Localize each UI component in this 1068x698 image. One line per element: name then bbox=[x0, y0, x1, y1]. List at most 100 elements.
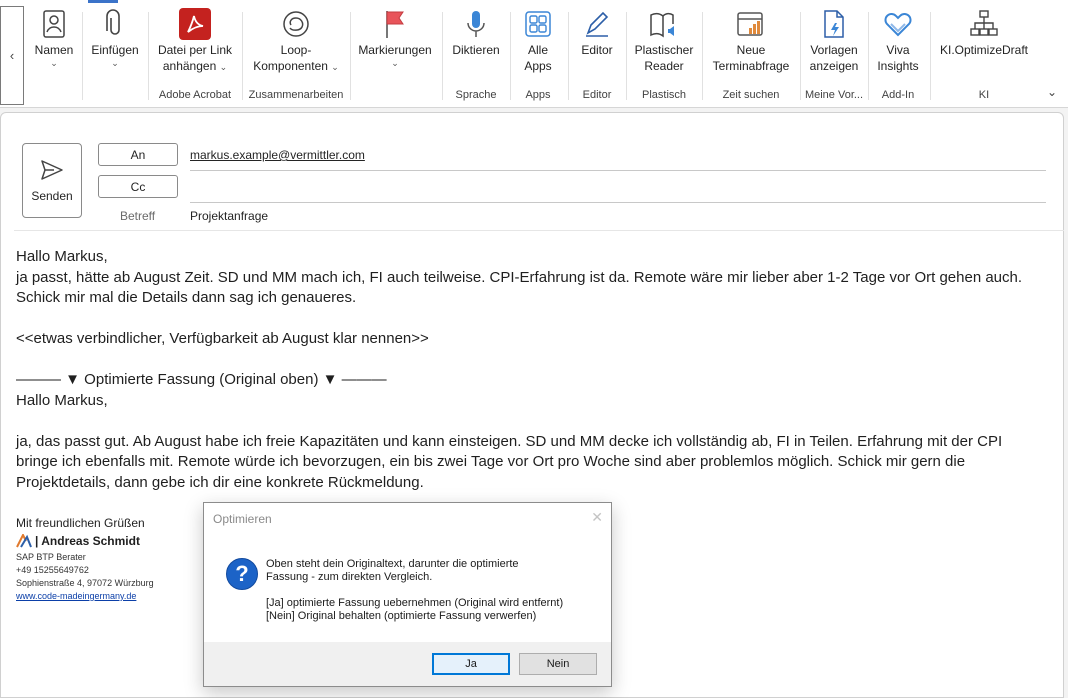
dialog-content: ? Oben steht dein Originaltext, darunter… bbox=[204, 535, 611, 642]
body-greeting: Hallo Markus, bbox=[16, 248, 108, 265]
paperclip-icon bbox=[99, 8, 131, 40]
active-tab-indicator bbox=[88, 0, 118, 3]
send-icon bbox=[41, 159, 63, 180]
chevron-down-icon: ⌄ bbox=[50, 58, 58, 68]
to-recipient[interactable]: markus.example@vermittler.com bbox=[190, 148, 365, 162]
flags-label: Markierungen bbox=[358, 43, 432, 57]
body-instruction: <<etwas verbindlicher, Verfügbarkeit ab … bbox=[16, 330, 429, 347]
ribbon-separator bbox=[242, 12, 243, 100]
acrobat-link-button[interactable]: Datei per Link anhängen ⌄ bbox=[156, 8, 234, 74]
apps-label-line1: Alle bbox=[527, 43, 548, 57]
ki-label: KI.OptimizeDraft bbox=[939, 43, 1029, 57]
body-separator: ——— ▼ Optimierte Fassung (Original oben)… bbox=[16, 371, 387, 388]
chevron-left-icon: ‹ bbox=[9, 48, 15, 63]
signature-address: Sophienstraße 4, 97072 Würzburg bbox=[16, 578, 154, 588]
templates-button[interactable]: Vorlagen anzeigen bbox=[806, 8, 862, 74]
signature: Mit freundlichen Grüßen | Andreas Schmid… bbox=[16, 515, 154, 603]
dialog-option-no-text: [Nein] Original behalten (optimierte Fas… bbox=[266, 610, 537, 622]
templates-label-line2: anzeigen bbox=[809, 59, 859, 73]
subject-input[interactable]: Projektanfrage bbox=[190, 209, 268, 223]
signature-role: SAP BTP Berater bbox=[16, 552, 86, 562]
immersive-reader-button[interactable]: Plastischer Reader bbox=[632, 8, 696, 74]
cc-field[interactable] bbox=[190, 202, 1046, 203]
names-button[interactable]: Namen ⌄ bbox=[32, 8, 76, 68]
no-button[interactable]: Nein bbox=[519, 653, 597, 675]
company-logo-icon bbox=[16, 534, 32, 548]
all-apps-button[interactable]: Alle Apps bbox=[516, 8, 560, 74]
ribbon-separator bbox=[510, 12, 511, 100]
attach-button[interactable]: Einfügen ⌄ bbox=[88, 8, 142, 68]
ki-optimize-draft-button[interactable]: KI.OptimizeDraft bbox=[936, 8, 1032, 58]
ribbon-scroll-left-button[interactable]: ‹ bbox=[0, 6, 24, 105]
body-original-line: Schick mir mal die Details dann sag ich … bbox=[16, 289, 357, 306]
dialog-title: Optimieren bbox=[213, 512, 272, 526]
outlook-compose-window: ‹ Namen ⌄ Einfügen ⌄ Datei per Link anhä… bbox=[0, 0, 1068, 698]
acrobat-label-line2: anhängen ⌄ bbox=[162, 59, 228, 73]
ribbon-separator bbox=[442, 12, 443, 100]
ribbon-collapse-button[interactable]: ⌄ bbox=[1044, 84, 1060, 100]
cc-button[interactable]: Cc bbox=[98, 175, 178, 198]
signature-website-link[interactable]: www.code-madeingermany.de bbox=[16, 590, 154, 603]
editor-button[interactable]: Editor bbox=[576, 8, 618, 58]
group-label-editor: Editor bbox=[582, 89, 612, 101]
group-label-collab: Zusammenarbeiten bbox=[248, 89, 344, 101]
template-document-icon bbox=[818, 8, 850, 40]
chevron-down-icon: ⌄ bbox=[219, 62, 228, 72]
poll-label-line1: Neue bbox=[736, 43, 766, 57]
group-label-immersive: Plastisch bbox=[641, 89, 687, 101]
ribbon-separator bbox=[930, 12, 931, 100]
group-label-mine: Meine Vor... bbox=[804, 89, 864, 101]
dialog-message: Oben steht dein Originaltext, darunter d… bbox=[266, 558, 601, 623]
ribbon-separator bbox=[626, 12, 627, 100]
loop-label-line1: Loop- bbox=[280, 43, 312, 57]
body-optimized-line: ja, das passt gut. Ab August habe ich fr… bbox=[16, 432, 1003, 450]
loop-components-button[interactable]: Loop- Komponenten ⌄ bbox=[250, 8, 342, 74]
ribbon-separator bbox=[702, 12, 703, 100]
ribbon-separator bbox=[568, 12, 569, 100]
send-label: Senden bbox=[31, 188, 73, 203]
poll-label-line2: Terminabfrage bbox=[712, 59, 790, 73]
group-label-time: Zeit suchen bbox=[722, 89, 780, 101]
body-optimized-line: Projektdetails, dann gebe ich dir eine k… bbox=[16, 473, 424, 491]
viva-label-line2: Insights bbox=[877, 59, 919, 73]
group-label-acrobat: Adobe Acrobat bbox=[158, 89, 232, 101]
group-label-ki: KI bbox=[978, 89, 990, 101]
editor-label: Editor bbox=[581, 43, 613, 57]
group-label-apps: Apps bbox=[525, 89, 551, 101]
signature-greeting: Mit freundlichen Grüßen bbox=[16, 516, 145, 530]
viva-insights-button[interactable]: Viva Insights bbox=[874, 8, 922, 74]
apps-label-line2: Apps bbox=[524, 59, 552, 73]
to-button[interactable]: An bbox=[98, 143, 178, 166]
ribbon-separator bbox=[800, 12, 801, 100]
ribbon: ‹ Namen ⌄ Einfügen ⌄ Datei per Link anhä… bbox=[0, 0, 1068, 108]
group-label-addin: Add-In bbox=[881, 89, 915, 101]
body-greeting: Hallo Markus, bbox=[16, 391, 108, 409]
signature-name-row: | Andreas Schmidt bbox=[16, 534, 154, 548]
send-button[interactable]: Senden bbox=[22, 143, 82, 218]
loop-label-line2: Komponenten ⌄ bbox=[253, 59, 339, 73]
address-book-icon bbox=[38, 8, 70, 40]
dialog-title-bar: Optimieren ✕ bbox=[204, 503, 611, 535]
new-poll-button[interactable]: Neue Terminabfrage bbox=[708, 8, 794, 74]
flag-icon bbox=[379, 8, 411, 40]
question-icon: ? bbox=[226, 558, 258, 590]
body-original-line: ja passt, hätte ab August Zeit. SD und M… bbox=[16, 268, 1023, 286]
message-body[interactable]: Hallo Markus, ja passt, hätte ab August … bbox=[16, 247, 1056, 493]
editor-pen-icon bbox=[581, 8, 613, 40]
close-icon[interactable]: ✕ bbox=[591, 509, 603, 526]
signature-phone: +49 15255649762 bbox=[16, 565, 89, 575]
body-optimized-line: bringe ich ebenfalls mit. Remote würde i… bbox=[16, 453, 966, 470]
yes-button[interactable]: Ja bbox=[432, 653, 510, 675]
reader-label-line2: Reader bbox=[644, 59, 684, 73]
viva-label-line1: Viva bbox=[886, 43, 910, 57]
microphone-icon bbox=[460, 8, 492, 40]
attach-label: Einfügen bbox=[91, 43, 139, 57]
org-tree-icon bbox=[968, 8, 1000, 40]
dictate-button[interactable]: Diktieren bbox=[450, 8, 502, 58]
flags-button[interactable]: Markierungen ⌄ bbox=[356, 8, 434, 68]
ribbon-separator bbox=[148, 12, 149, 100]
chevron-down-icon: ⌄ bbox=[1046, 85, 1058, 99]
chevron-down-icon: ⌄ bbox=[111, 58, 119, 68]
to-field[interactable] bbox=[190, 170, 1046, 171]
acrobat-label-line1: Datei per Link bbox=[157, 43, 233, 57]
